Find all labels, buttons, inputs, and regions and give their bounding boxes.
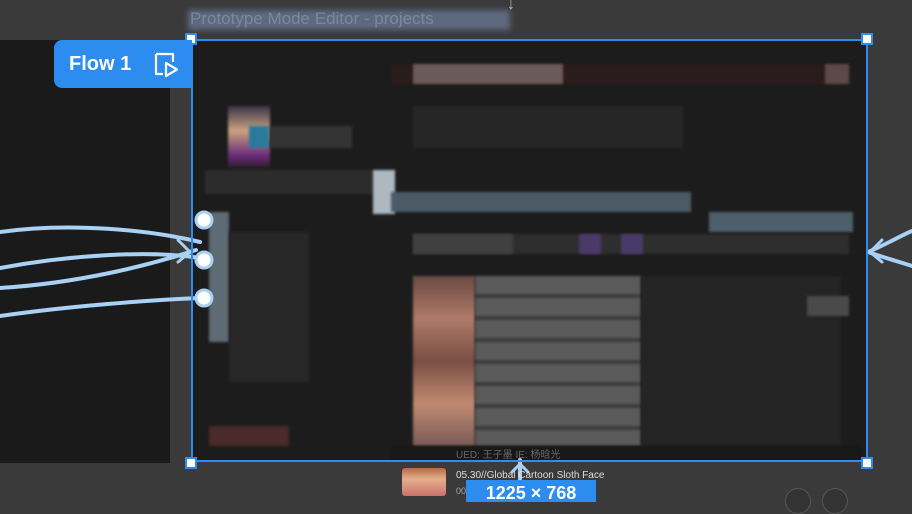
filter-accent-1: [579, 234, 601, 254]
footer-red: [209, 426, 289, 446]
filter-accent-2: [621, 234, 643, 254]
grid-row-1: [413, 106, 683, 148]
resize-handle-top-right[interactable]: [861, 33, 873, 45]
connector-line-right-2: [866, 250, 912, 268]
arrow-down-icon: ↓: [507, 0, 515, 13]
arrow-left-icon: [868, 238, 884, 264]
dimensions-badge: 1225 × 768: [466, 480, 596, 503]
header-blocks: [413, 64, 563, 84]
toolbar-strip: [205, 170, 375, 194]
search-icon[interactable]: [785, 488, 811, 514]
expand-icon[interactable]: [822, 488, 848, 514]
header-end-block: [825, 64, 849, 84]
cartoon-thumbnail[interactable]: [402, 468, 446, 496]
resize-handle-bottom-right[interactable]: [861, 457, 873, 469]
overlay-credit: UED: 王子墨 IE: 杨晗光: [456, 450, 561, 461]
play-flow-icon[interactable]: [151, 50, 179, 78]
row-right-icons: [807, 296, 849, 316]
prototype-frame[interactable]: [191, 40, 868, 462]
filter-grey: [413, 234, 513, 254]
selected-tab-bar: [391, 192, 691, 212]
title-strip: [270, 126, 352, 148]
adjacent-frame-left[interactable]: [0, 40, 170, 463]
row-bars: [475, 276, 641, 446]
card-subtitle: 00: [456, 486, 467, 496]
app-icon-accent: [249, 126, 269, 148]
blue-panel: [709, 212, 853, 232]
sidebar-column: [209, 212, 229, 342]
resize-handle-bottom-left[interactable]: [185, 457, 197, 469]
frame-title[interactable]: Prototype Mode Editor - projects: [190, 9, 434, 29]
flow-label: Flow 1: [69, 52, 132, 75]
sidebar-items: [229, 232, 309, 382]
arrow-right-icon: [176, 238, 192, 264]
connector-line-right: [866, 229, 912, 254]
flow-start-badge[interactable]: Flow 1: [54, 40, 192, 88]
avatar-column: [413, 276, 475, 446]
